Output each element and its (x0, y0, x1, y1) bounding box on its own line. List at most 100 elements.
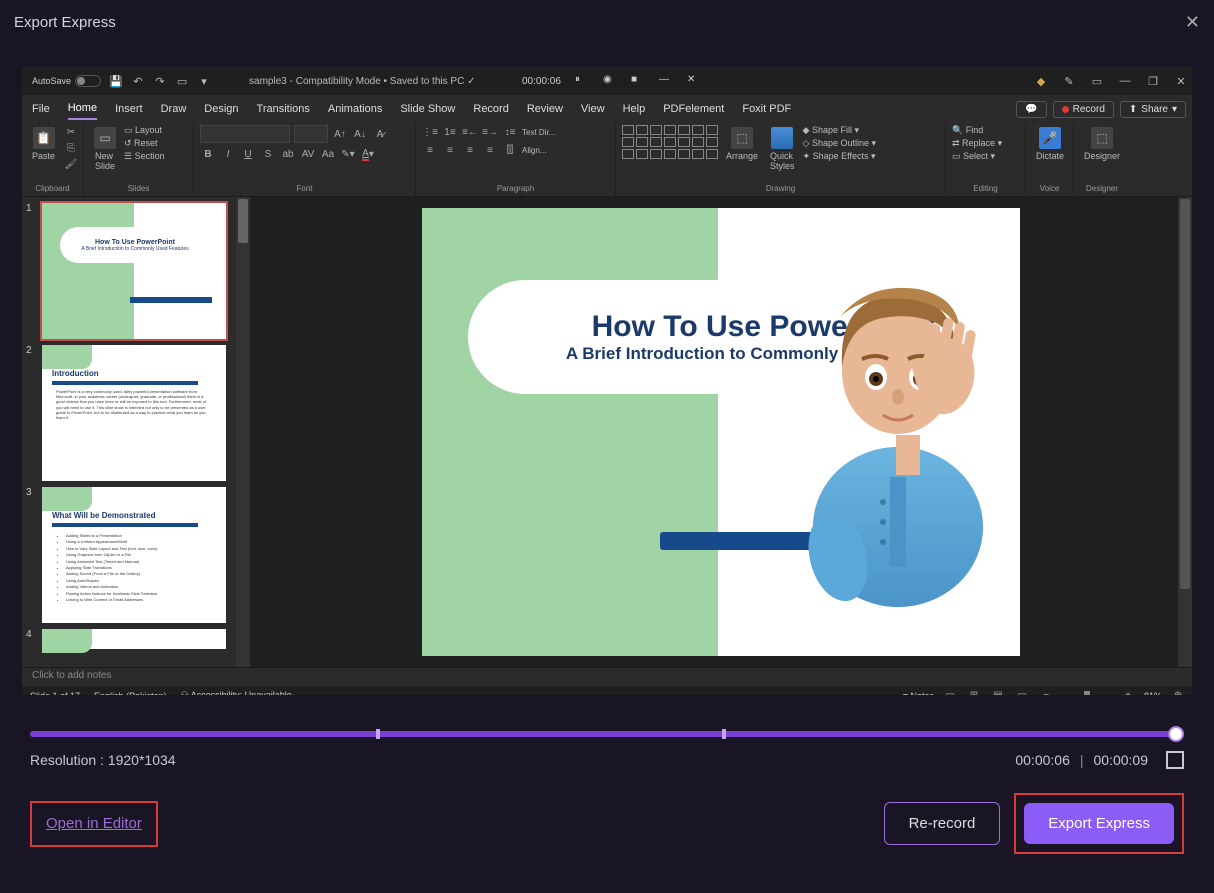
status-accessibility[interactable]: ⚇ Accessibility: Unavailable (181, 690, 292, 695)
reading-view-icon[interactable]: ▤ (990, 689, 1006, 696)
align-left-icon[interactable]: ≡ (422, 143, 438, 157)
stop-icon[interactable]: ■ (631, 74, 645, 88)
tab-pdfelement[interactable]: PDFelement (663, 99, 724, 119)
tab-draw[interactable]: Draw (161, 99, 187, 119)
min-icon[interactable]: — (1118, 74, 1132, 88)
select-button[interactable]: ▭ Select ▾ (952, 151, 1002, 162)
reset-button[interactable]: ↺ Reset (124, 138, 165, 149)
grow-font-icon[interactable]: A↑ (332, 127, 348, 141)
chevron-down-icon[interactable]: ▾ (197, 74, 211, 88)
tab-insert[interactable]: Insert (115, 99, 143, 119)
status-lang[interactable]: English (Pakistan) (94, 691, 167, 696)
save-icon[interactable]: 💾 (109, 74, 123, 88)
tab-design[interactable]: Design (204, 99, 238, 119)
copilot-icon[interactable]: ◆ (1034, 74, 1048, 88)
thumbnail-4[interactable] (42, 629, 226, 649)
strike-button[interactable]: S (260, 147, 276, 161)
zoom-slider[interactable] (1062, 695, 1112, 696)
notes-toggle[interactable]: ≡ Notes (903, 691, 934, 696)
autosave-toggle[interactable]: AutoSave (32, 75, 101, 87)
slide-scrollbar[interactable] (1178, 197, 1192, 667)
designer-button[interactable]: ⬚Designer (1080, 125, 1124, 163)
fit-icon[interactable]: ⊕ (1170, 689, 1186, 696)
rerecord-button[interactable]: Re-record (884, 802, 1001, 845)
columns-icon[interactable]: ⫿⫿ (502, 143, 518, 157)
bold-button[interactable]: B (200, 147, 216, 161)
line-spacing-icon[interactable]: ↕≡ (502, 125, 518, 139)
tab-help[interactable]: Help (623, 99, 646, 119)
arrange-button[interactable]: ⬚Arrange (722, 125, 762, 163)
open-in-editor-link[interactable]: Open in Editor (46, 815, 142, 832)
notes-placeholder[interactable]: Click to add notes (22, 667, 1192, 686)
clear-format-icon[interactable]: A̷ (372, 127, 388, 141)
tab-home[interactable]: Home (68, 98, 97, 120)
fullscreen-icon[interactable] (1166, 751, 1184, 769)
record-button[interactable]: Record (1053, 101, 1114, 118)
tab-view[interactable]: View (581, 99, 605, 119)
replace-button[interactable]: ⇄ Replace ▾ (952, 138, 1002, 149)
text-direction-button[interactable]: Text Dir... (522, 128, 555, 137)
numbering-icon[interactable]: 1≡ (442, 125, 458, 139)
font-color-icon[interactable]: A▾ (360, 147, 376, 161)
shape-fill-button[interactable]: ◆ Shape Fill ▾ (803, 125, 877, 136)
case-icon[interactable]: Aa (320, 147, 336, 161)
underline-button[interactable]: U (240, 147, 256, 161)
spacing-icon[interactable]: AV (300, 147, 316, 161)
quick-styles-button[interactable]: Quick Styles (766, 125, 799, 173)
thumbnail-3[interactable]: What Will be Demonstrated Adding Slides … (42, 487, 226, 623)
highlight-icon[interactable]: ✎▾ (340, 147, 356, 161)
tab-foxit[interactable]: Foxit PDF (742, 99, 791, 119)
pause-icon[interactable]: ⏸ (575, 74, 589, 88)
max-icon[interactable]: ❐ (1146, 74, 1160, 88)
cut-icon[interactable]: ✂ (63, 125, 79, 139)
undo-icon[interactable]: ↶ (131, 74, 145, 88)
section-button[interactable]: ☰ Section (124, 151, 165, 162)
align-text-button[interactable]: Align... (522, 146, 546, 155)
close-ppt-icon[interactable]: ✕ (1174, 74, 1188, 88)
thumbnail-1[interactable]: How To Use PowerPointA Brief Introductio… (42, 203, 226, 339)
thumbs-scrollbar[interactable] (236, 197, 250, 667)
tab-slideshow[interactable]: Slide Show (400, 99, 455, 119)
dictate-button[interactable]: 🎤Dictate (1032, 125, 1068, 163)
tab-file[interactable]: File (32, 99, 50, 119)
zoom-in-icon[interactable]: + (1120, 689, 1136, 696)
sorter-view-icon[interactable]: ⊞ (966, 689, 982, 696)
record-circle-icon[interactable]: ◉ (603, 74, 617, 88)
tab-animations[interactable]: Animations (328, 99, 382, 119)
minimize-rec-icon[interactable]: — (659, 74, 673, 88)
tab-transitions[interactable]: Transitions (257, 99, 310, 119)
share-button[interactable]: ⬆ Share ▾ (1120, 101, 1186, 118)
normal-view-icon[interactable]: ▭ (942, 689, 958, 696)
comments-icon[interactable]: 💬 (1016, 101, 1046, 118)
layout-button[interactable]: ▭ Layout (124, 125, 165, 136)
copy-icon[interactable]: ⎘ (63, 141, 79, 155)
justify-icon[interactable]: ≡ (482, 143, 498, 157)
timeline-track[interactable] (30, 731, 1184, 737)
indent-dec-icon[interactable]: ≡← (462, 125, 478, 139)
redo-icon[interactable]: ↷ (153, 74, 167, 88)
bullets-icon[interactable]: ⋮≡ (422, 125, 438, 139)
shape-effects-button[interactable]: ✦ Shape Effects ▾ (803, 151, 877, 162)
find-button[interactable]: 🔍 Find (952, 125, 1002, 136)
thumbnail-2[interactable]: IntroductionPowerPoint is a very commonl… (42, 345, 226, 481)
tab-review[interactable]: Review (527, 99, 563, 119)
shrink-font-icon[interactable]: A↓ (352, 127, 368, 141)
close-icon[interactable]: ✕ (1185, 12, 1200, 33)
format-painter-icon[interactable]: 🖌 (63, 157, 79, 171)
paste-button[interactable]: 📋Paste (28, 125, 59, 163)
export-express-button[interactable]: Export Express (1024, 803, 1174, 844)
timeline-handle[interactable] (1168, 726, 1184, 742)
slideshow-view-icon[interactable]: ▭ (1014, 689, 1030, 696)
zoom-out-icon[interactable]: − (1038, 689, 1054, 696)
pen-icon[interactable]: ✎ (1062, 74, 1076, 88)
present-icon[interactable]: ▭ (175, 74, 189, 88)
shadow-icon[interactable]: ab (280, 147, 296, 161)
panel-icon[interactable]: ▭ (1090, 74, 1104, 88)
close-rec-icon[interactable]: ✕ (687, 74, 701, 88)
zoom-value[interactable]: 81% (1144, 691, 1162, 696)
shapes-gallery[interactable] (622, 125, 718, 159)
indent-inc-icon[interactable]: ≡→ (482, 125, 498, 139)
new-slide-button[interactable]: ▭New Slide (90, 125, 120, 173)
italic-button[interactable]: I (220, 147, 236, 161)
shape-outline-button[interactable]: ◇ Shape Outline ▾ (803, 138, 877, 149)
